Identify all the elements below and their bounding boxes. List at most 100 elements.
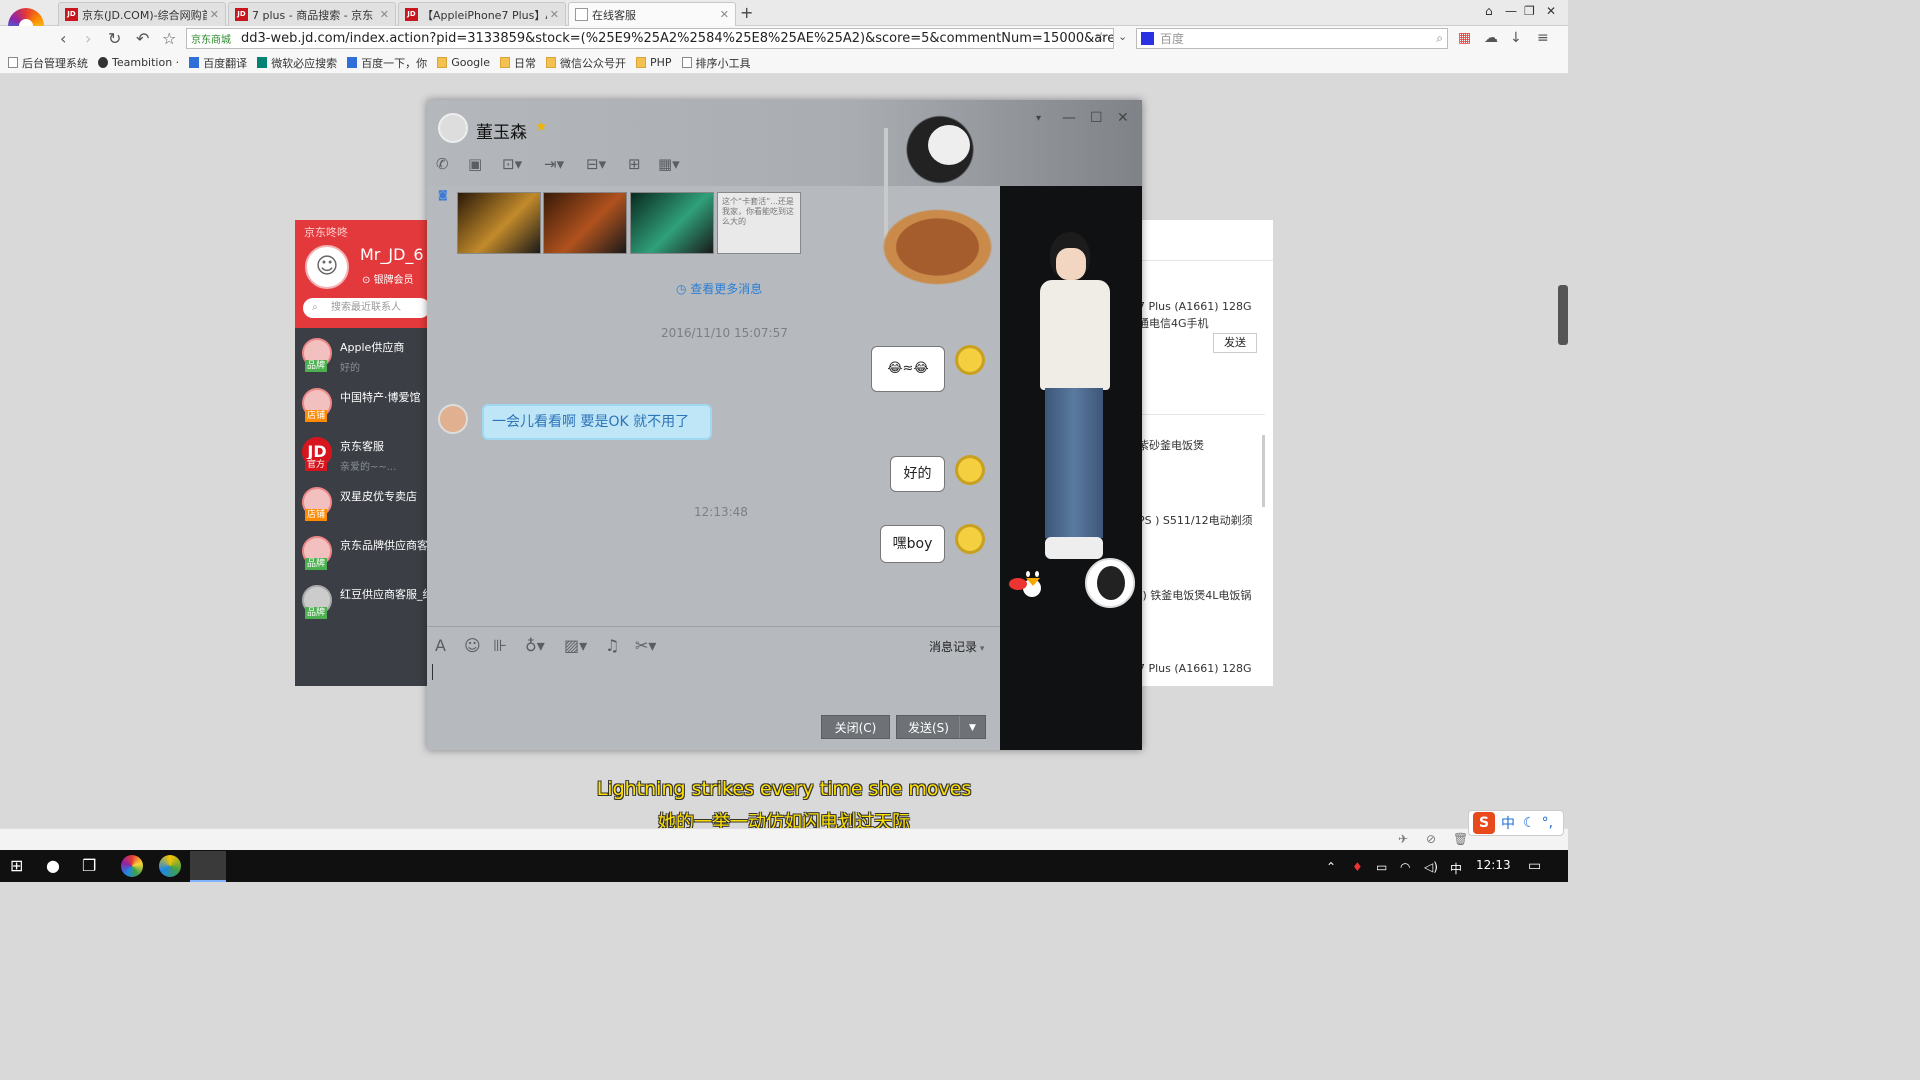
- undo-icon[interactable]: ↶: [136, 29, 149, 48]
- bookmark-item[interactable]: 日常: [499, 55, 536, 71]
- message-bubble-self[interactable]: 嘿boy: [880, 525, 945, 563]
- close-button[interactable]: 关闭(C): [821, 715, 890, 739]
- reload-icon[interactable]: ↻: [108, 29, 121, 48]
- product-name[interactable]: 7 Plus (A1661) 128G: [1138, 300, 1252, 313]
- contact-item[interactable]: 品牌 红豆供应商客服_红: [295, 577, 434, 626]
- video-call-icon[interactable]: ▣: [468, 155, 482, 173]
- shake-icon[interactable]: ⊪: [493, 636, 507, 655]
- new-tab-button[interactable]: +: [740, 3, 753, 22]
- message-bubble-self[interactable]: 好的: [890, 456, 945, 492]
- tab-jd-home[interactable]: JD 京东(JD.COM)-综合网购首 ✕: [58, 2, 226, 26]
- contact-item[interactable]: 品牌 京东品牌供应商客...: [295, 528, 439, 577]
- chevron-down-icon[interactable]: ⌄: [1118, 30, 1127, 43]
- product-name[interactable]: 7 Plus (A1661) 128G: [1138, 662, 1252, 675]
- bookmark-item[interactable]: 排序小工具: [681, 55, 751, 71]
- tab-online-service[interactable]: 在线客服 ✕: [568, 2, 736, 26]
- avatar[interactable]: [955, 345, 985, 375]
- message-history-button[interactable]: 消息记录 ▾: [929, 638, 984, 655]
- bookmark-item[interactable]: 百度一下，你: [347, 55, 427, 71]
- back-icon[interactable]: ‹: [60, 29, 66, 48]
- app-taskbar-icon[interactable]: [159, 855, 181, 877]
- image-thumbnail[interactable]: 这个“卡套活”...还是我家，你看能吃到这么大的: [717, 192, 801, 254]
- menu-icon[interactable]: ≡: [1537, 30, 1549, 46]
- apps-icon[interactable]: ▦: [1458, 30, 1471, 46]
- ime-toolbar[interactable]: S 中 ☾ °,: [1468, 810, 1564, 836]
- font-icon[interactable]: A: [435, 636, 446, 655]
- avatar[interactable]: ☺: [305, 245, 349, 289]
- image-thumbnail[interactable]: [630, 192, 714, 254]
- clock[interactable]: 12:13: [1476, 858, 1511, 872]
- url-input[interactable]: 京东商城 dd3-web.jd.com/index.action?pid=313…: [186, 28, 1114, 49]
- input-language[interactable]: 中: [1450, 860, 1462, 877]
- bookmark-item[interactable]: PHP: [635, 56, 672, 69]
- product-name[interactable]: 紫砂釜电饭煲: [1138, 437, 1204, 453]
- file-transfer-icon[interactable]: ⇥▾: [544, 155, 564, 173]
- message-bubble-self[interactable]: 😂≈😂: [871, 346, 945, 392]
- bookmark-item[interactable]: Google: [437, 56, 490, 69]
- bookmark-item[interactable]: Teambition ·: [98, 56, 179, 69]
- contact-item[interactable]: 店铺 中国特产·博爱馆: [295, 380, 430, 429]
- minimize-icon[interactable]: —: [1505, 4, 1517, 18]
- search-icon[interactable]: ⌕: [1436, 31, 1443, 46]
- send-button[interactable]: 发送(S) ▼: [896, 715, 986, 739]
- bookmark-item[interactable]: 微软必应搜索: [257, 55, 337, 71]
- minimize-icon[interactable]: —: [1062, 110, 1076, 126]
- close-icon[interactable]: ✕: [550, 8, 559, 21]
- download-icon[interactable]: ↓: [1510, 30, 1522, 46]
- close-window-icon[interactable]: ✕: [1546, 4, 1556, 18]
- screen-share-icon[interactable]: ⊡▾: [502, 155, 522, 173]
- maximize-icon[interactable]: ☐: [1090, 110, 1103, 126]
- image-thumbnail[interactable]: [543, 192, 627, 254]
- punctuation-icon[interactable]: °,: [1542, 815, 1553, 831]
- close-icon[interactable]: ✕: [1117, 110, 1129, 126]
- blocked-icon[interactable]: ⊘: [1426, 832, 1436, 846]
- moon-icon[interactable]: ☾: [1523, 815, 1536, 831]
- browser-taskbar-icon[interactable]: [121, 855, 143, 877]
- emoji-icon[interactable]: ☺: [464, 636, 481, 655]
- scissors-icon[interactable]: ✂▾: [635, 636, 656, 655]
- chat-bubble-icon[interactable]: ⊞: [628, 155, 641, 173]
- chevron-down-icon[interactable]: ▼: [959, 716, 985, 738]
- search-input[interactable]: 百度 ⌕: [1136, 28, 1448, 49]
- maximize-icon[interactable]: ❐: [1524, 4, 1535, 18]
- tab-iphone[interactable]: JD 【AppleiPhone7 Plus】A ✕: [398, 2, 566, 26]
- apps-grid-icon[interactable]: ▦▾: [658, 155, 680, 173]
- product-name[interactable]: PS ) S511/12电动剃须: [1138, 512, 1253, 528]
- start-icon[interactable]: ⊞: [10, 856, 23, 875]
- contact-show-avatar[interactable]: [1085, 558, 1135, 608]
- tray-app-icon[interactable]: ♦: [1352, 860, 1363, 874]
- message-input[interactable]: [427, 655, 1000, 707]
- ime-mode[interactable]: 中: [1501, 813, 1515, 833]
- avatar[interactable]: [955, 524, 985, 554]
- contact-avatar[interactable]: [438, 113, 468, 143]
- contact-item[interactable]: 店铺 双星皮优专卖店: [295, 479, 430, 528]
- qq-title-area[interactable]: [427, 100, 1142, 186]
- image-icon[interactable]: ▨▾: [564, 636, 587, 655]
- remote-desktop-icon[interactable]: ⊟▾: [586, 155, 606, 173]
- star-icon[interactable]: ☆: [162, 29, 176, 48]
- view-more-link[interactable]: ◷ 查看更多消息: [676, 280, 762, 297]
- bookmark-item[interactable]: 百度翻译: [189, 55, 247, 71]
- contact-avatar[interactable]: [438, 404, 468, 434]
- pin-icon[interactable]: ✈: [1398, 832, 1408, 846]
- volume-icon[interactable]: ◁): [1424, 860, 1438, 874]
- battery-icon[interactable]: ▭: [1376, 860, 1387, 874]
- bookmark-star-icon[interactable]: ☆: [1095, 30, 1108, 46]
- tab-search[interactable]: JD 7 plus - 商品搜索 - 京东 ✕: [228, 2, 396, 26]
- side-scroll-handle[interactable]: [1558, 285, 1568, 345]
- contact-item[interactable]: 品牌 Apple供应商 好的: [295, 330, 430, 379]
- notification-icon[interactable]: ▭: [1528, 858, 1541, 874]
- close-icon[interactable]: ✕: [210, 8, 219, 21]
- qq-penguin-icon[interactable]: [1006, 562, 1054, 602]
- task-view-icon[interactable]: ❐: [82, 856, 96, 875]
- cloud-icon[interactable]: ☁: [1484, 30, 1498, 46]
- wifi-icon[interactable]: ◠: [1400, 860, 1410, 874]
- microphone-icon[interactable]: ♁▾: [525, 636, 545, 655]
- scrollbar[interactable]: [1262, 435, 1265, 507]
- bookmark-item[interactable]: 后台管理系统: [8, 55, 88, 71]
- send-product-button[interactable]: 发送: [1213, 333, 1257, 353]
- chevron-up-icon[interactable]: ⌃: [1326, 860, 1336, 874]
- image-thumbnail[interactable]: [457, 192, 541, 254]
- bookmark-item[interactable]: 微信公众号开: [545, 55, 626, 71]
- forward-icon[interactable]: ›: [85, 29, 91, 48]
